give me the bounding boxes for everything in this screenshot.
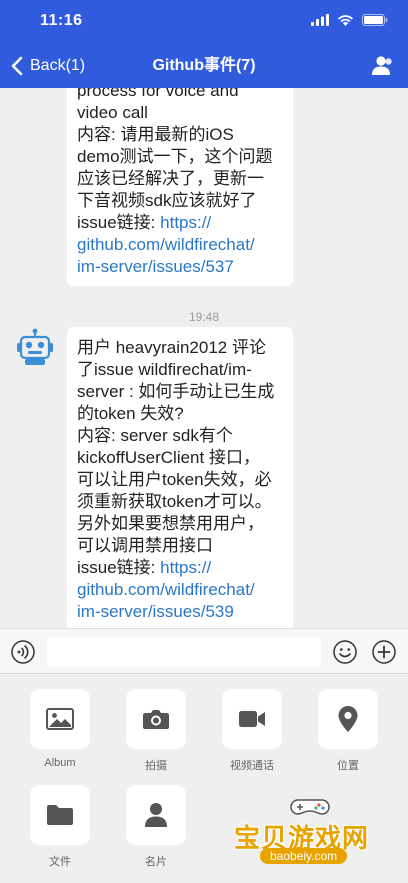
issue-link[interactable]: im-server/issues/537 (77, 256, 283, 278)
message-bubble[interactable]: 用户 heavyrain2012 评论 了issue wildfirechat/… (67, 327, 293, 628)
extension-label: 拍摄 (145, 760, 167, 772)
contact-card-icon (145, 803, 167, 827)
message-text-line: 可以调用禁用接口 (77, 536, 213, 555)
extension-album[interactable]: Album (30, 689, 90, 769)
emoji-icon[interactable] (333, 640, 357, 664)
wifi-icon (338, 15, 353, 26)
issue-link[interactable]: https:// (160, 558, 211, 577)
message-text-line: server : 如何手动让已生成 (77, 382, 275, 401)
message-text-line: 下音视频sdk应该就好了 (77, 191, 257, 210)
message-text-line: issue链接: (77, 213, 161, 232)
album-icon (46, 708, 74, 730)
user-settings-icon[interactable] (370, 54, 394, 78)
message-text-line: issue链接: (77, 558, 161, 577)
message-text-line: process for voice and (77, 88, 239, 100)
extension-label: 视频通话 (230, 760, 274, 772)
message-timestamp: 19:48 (188, 310, 220, 324)
input-bar (0, 628, 408, 674)
extension-icon-tile (30, 785, 90, 845)
message-link-row: issue链接: https:// (77, 557, 283, 579)
message-text-line: 了issue wildfirechat/im- (77, 360, 252, 379)
extension-label: 位置 (337, 760, 359, 772)
extension-label: Album (44, 757, 76, 769)
extension-label: 文件 (49, 856, 71, 868)
extension-video-call[interactable]: 视频通话 (222, 689, 282, 773)
message-list[interactable]: process for voice and video call 内容: 请用最… (0, 88, 408, 628)
message-text-line: 内容: 请用最新的iOS (77, 125, 234, 144)
signal-icon (311, 14, 329, 26)
video-call-icon (239, 711, 265, 727)
issue-link[interactable]: github.com/wildfirechat/ (77, 234, 283, 256)
message-link-row: issue链接: https:// (77, 212, 283, 234)
message-text-line: demo测试一下，这个问题 (77, 147, 273, 166)
robot-avatar[interactable] (16, 328, 54, 366)
navigation-bar: Back(1) Github事件(7) (0, 44, 408, 88)
folder-icon (47, 805, 73, 825)
extension-camera[interactable]: 拍摄 (126, 689, 186, 773)
extension-icon-tile (318, 689, 378, 749)
issue-link[interactable]: github.com/wildfirechat/ (77, 579, 283, 601)
issue-link[interactable]: https:// (160, 213, 211, 232)
back-label: Back(1) (30, 57, 86, 74)
message-text-line: 另外如果要想禁用用户， (77, 514, 264, 533)
message-text-line: 应该已经解决了，更新一 (77, 169, 264, 188)
status-icons (311, 14, 388, 26)
back-button[interactable]: Back(1) (10, 44, 85, 88)
extension-location[interactable]: 位置 (318, 689, 378, 773)
battery-icon (362, 14, 388, 26)
extension-contact-card[interactable]: 名片 (126, 785, 186, 869)
plus-icon[interactable] (372, 640, 396, 664)
camera-icon (143, 710, 169, 729)
message-text-line: kickoffUserClient 接口， (77, 448, 260, 467)
extension-icon-tile (30, 689, 90, 749)
chevron-left-icon (11, 56, 23, 76)
extension-icon-tile (126, 785, 186, 845)
message-text-line: 须重新获取token才可以。 (77, 492, 272, 511)
issue-link[interactable]: im-server/issues/539 (77, 601, 283, 623)
message-text-line: video call (77, 103, 148, 122)
location-icon (338, 706, 358, 732)
watermark: 宝贝游戏网 baobeiy.com (228, 790, 393, 870)
message-text-line: 可以让用户token失效，必 (77, 470, 272, 489)
message-text-line: 的token 失效? (77, 404, 184, 423)
message-text-line: 内容: server sdk有个 (77, 426, 233, 445)
message-input[interactable] (47, 637, 321, 667)
message-bubble[interactable]: process for voice and video call 内容: 请用最… (67, 88, 293, 286)
extension-label: 名片 (145, 856, 167, 868)
status-bar: 11:16 (0, 0, 408, 44)
extension-icon-tile (126, 689, 186, 749)
gamepad-icon (290, 799, 330, 815)
extension-icon-tile (222, 689, 282, 749)
watermark-url: baobeiy.com (260, 848, 348, 864)
voice-icon[interactable] (11, 640, 35, 664)
status-time: 11:16 (40, 12, 83, 29)
message-text-line: 用户 heavyrain2012 评论 (77, 338, 266, 357)
extension-file[interactable]: 文件 (30, 785, 90, 869)
